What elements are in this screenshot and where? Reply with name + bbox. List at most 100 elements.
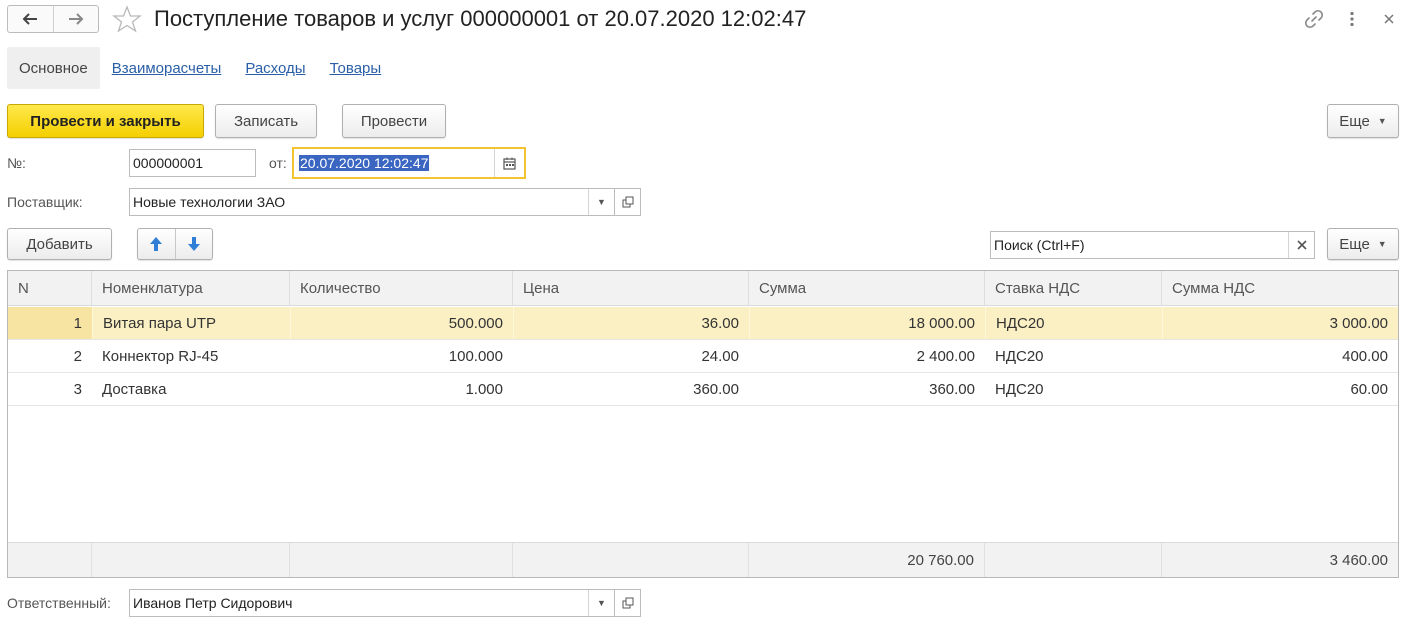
search-placeholder: Поиск (Ctrl+F)	[994, 237, 1085, 253]
column-header-n[interactable]: N	[8, 271, 92, 305]
footer-cell-vat-rate	[985, 543, 1162, 577]
move-up-button[interactable]	[138, 229, 175, 259]
supplier-field[interactable]: Новые технологии ЗАО ▼	[129, 188, 615, 216]
responsible-value: Иванов Петр Сидорович	[133, 595, 293, 611]
cell-vat-sum[interactable]: 3 000.00	[1162, 307, 1398, 339]
supplier-dropdown-button[interactable]: ▼	[588, 189, 614, 215]
cell-price[interactable]: 360.00	[513, 373, 749, 405]
column-header-quantity[interactable]: Количество	[290, 271, 513, 305]
cell-vat-rate[interactable]: НДС20	[985, 340, 1162, 372]
column-header-price[interactable]: Цена	[513, 271, 749, 305]
responsible-dropdown-button[interactable]: ▼	[588, 590, 614, 616]
back-arrow-icon	[22, 13, 38, 25]
forward-arrow-icon	[68, 13, 84, 25]
goods-table: N Номенклатура Количество Цена Сумма Ста…	[7, 270, 1399, 578]
navigation-buttons	[7, 5, 99, 33]
cell-sum[interactable]: 18 000.00	[749, 307, 985, 339]
cell-item[interactable]: Витая пара UTP	[92, 307, 290, 339]
column-header-sum[interactable]: Сумма	[749, 271, 985, 305]
date-value: 20.07.2020 12:02:47	[299, 155, 430, 171]
tab-main[interactable]: Основное	[7, 47, 100, 89]
link-icon	[1304, 9, 1324, 29]
chevron-down-icon: ▼	[597, 197, 606, 207]
cell-quantity[interactable]: 100.000	[290, 340, 513, 372]
cell-quantity[interactable]: 500.000	[290, 307, 513, 339]
footer-cell-quantity	[290, 543, 513, 577]
close-button[interactable]	[1378, 8, 1400, 30]
tab-goods[interactable]: Товары	[318, 47, 394, 89]
forward-button[interactable]	[52, 6, 99, 32]
cell-sum[interactable]: 2 400.00	[749, 340, 985, 372]
more-menu-button[interactable]	[1341, 8, 1363, 30]
table-more-label: Еще	[1339, 235, 1370, 253]
search-input[interactable]: Поиск (Ctrl+F)	[990, 231, 1315, 259]
cell-item[interactable]: Коннектор RJ-45	[92, 340, 290, 372]
close-icon	[1384, 14, 1394, 24]
cell-item[interactable]: Доставка	[92, 373, 290, 405]
table-row[interactable]: 2 Коннектор RJ-45 100.000 24.00 2 400.00…	[8, 340, 1398, 373]
date-value-wrap: 20.07.2020 12:02:47	[294, 155, 494, 171]
more-actions-button[interactable]: Еще ▼	[1327, 104, 1399, 138]
number-label: №:	[7, 155, 26, 171]
cell-vat-sum[interactable]: 60.00	[1162, 373, 1398, 405]
column-header-vat-rate[interactable]: Ставка НДС	[985, 271, 1162, 305]
chevron-down-icon: ▼	[597, 598, 606, 608]
cell-vat-sum[interactable]: 400.00	[1162, 340, 1398, 372]
number-field[interactable]: 000000001	[129, 149, 256, 177]
cell-vat-rate[interactable]: НДС20	[985, 373, 1162, 405]
open-form-icon	[622, 196, 633, 208]
tab-expenses[interactable]: Расходы	[233, 47, 317, 89]
number-value: 000000001	[133, 155, 204, 171]
favorite-button[interactable]	[112, 5, 142, 33]
back-button[interactable]	[8, 6, 53, 32]
form-tabs: Основное Взаиморасчеты Расходы Товары	[7, 47, 393, 89]
cell-quantity[interactable]: 1.000	[290, 373, 513, 405]
table-header: N Номенклатура Количество Цена Сумма Ста…	[8, 271, 1398, 306]
move-down-button[interactable]	[174, 229, 213, 259]
search-clear-button[interactable]	[1288, 232, 1314, 258]
supplier-label: Поставщик:	[7, 194, 83, 210]
column-header-item[interactable]: Номенклатура	[92, 271, 290, 305]
cell-price[interactable]: 36.00	[513, 307, 749, 339]
save-button[interactable]: Записать	[215, 104, 317, 138]
add-row-button[interactable]: Добавить	[7, 228, 112, 260]
chevron-down-icon: ▼	[1377, 239, 1387, 249]
table-row[interactable]: 3 Доставка 1.000 360.00 360.00 НДС20 60.…	[8, 373, 1398, 406]
responsible-field[interactable]: Иванов Петр Сидорович ▼	[129, 589, 615, 617]
more-vertical-icon	[1350, 11, 1354, 27]
responsible-open-button[interactable]	[615, 589, 641, 617]
calendar-icon	[503, 157, 516, 170]
supplier-open-button[interactable]	[615, 188, 641, 216]
column-header-vat-sum[interactable]: Сумма НДС	[1162, 271, 1398, 305]
table-row[interactable]: 1 Витая пара UTP 500.000 36.00 18 000.00…	[8, 307, 1398, 340]
total-vat-sum: 3 460.00	[1329, 551, 1388, 569]
arrow-down-icon	[187, 237, 200, 251]
cell-vat-rate[interactable]: НДС20	[985, 307, 1162, 339]
table-footer: 20 760.00 3 460.00	[8, 542, 1398, 577]
cell-sum[interactable]: 360.00	[749, 373, 985, 405]
cell-n: 3	[73, 380, 82, 398]
footer-cell-price	[513, 543, 749, 577]
calendar-button[interactable]	[494, 149, 524, 177]
row-move-buttons	[137, 228, 213, 260]
supplier-value: Новые технологии ЗАО	[133, 194, 286, 210]
table-more-button[interactable]: Еще ▼	[1327, 228, 1399, 260]
post-and-close-button[interactable]: Провести и закрыть	[7, 104, 204, 138]
tab-settlements[interactable]: Взаиморасчеты	[100, 47, 234, 89]
chevron-down-icon: ▼	[1377, 116, 1387, 126]
star-icon	[112, 5, 142, 33]
page-title: Поступление товаров и услуг 000000001 от…	[154, 6, 807, 31]
footer-cell-n	[8, 543, 92, 577]
total-sum: 20 760.00	[749, 543, 985, 577]
cell-price[interactable]: 24.00	[513, 340, 749, 372]
cell-n: 1	[8, 307, 92, 339]
open-form-icon	[622, 597, 633, 609]
post-button[interactable]: Провести	[342, 104, 446, 138]
date-label: от:	[269, 155, 287, 171]
more-actions-label: Еще	[1339, 112, 1370, 130]
cell-n: 2	[73, 347, 82, 365]
responsible-label: Ответственный:	[7, 595, 111, 611]
link-button[interactable]	[1303, 8, 1325, 30]
date-field[interactable]: 20.07.2020 12:02:47	[292, 147, 526, 179]
clear-icon	[1296, 240, 1307, 250]
